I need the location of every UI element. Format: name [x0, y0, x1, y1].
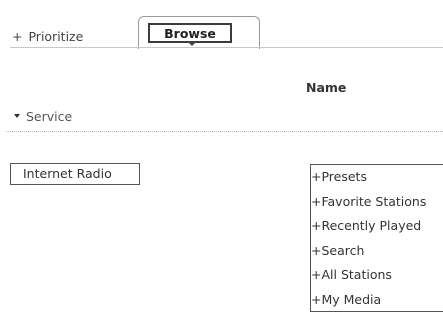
tab-browse[interactable]: Browse [138, 16, 260, 49]
browse-menu-list: +Presets +Favorite Stations +Recently Pl… [310, 164, 443, 312]
collapse-arrow-icon [14, 114, 20, 118]
tab-prioritize[interactable]: + Prioritize [12, 26, 122, 47]
menu-item-all-stations[interactable]: +All Stations [311, 263, 443, 288]
service-section-label: Service [26, 109, 73, 124]
name-column-header: Name [306, 80, 347, 95]
tab-bar: + Prioritize Browse [0, 0, 443, 50]
tab-prioritize-label: Prioritize [28, 29, 84, 44]
menu-item-my-media[interactable]: +My Media [311, 288, 443, 312]
service-section-toggle[interactable]: Service [6, 108, 443, 130]
menu-item-recently-played[interactable]: +Recently Played [311, 214, 443, 239]
tab-browse-label: Browse [148, 23, 232, 43]
tab-divider [10, 47, 443, 48]
internet-radio-button[interactable]: Internet Radio [10, 163, 140, 185]
menu-item-favorite-stations[interactable]: +Favorite Stations [311, 190, 443, 215]
menu-item-presets[interactable]: +Presets [311, 165, 443, 190]
expand-plus-icon: + [12, 29, 23, 44]
section-divider [6, 131, 443, 132]
menu-item-search[interactable]: +Search [311, 239, 443, 264]
chevron-down-icon [188, 42, 196, 46]
